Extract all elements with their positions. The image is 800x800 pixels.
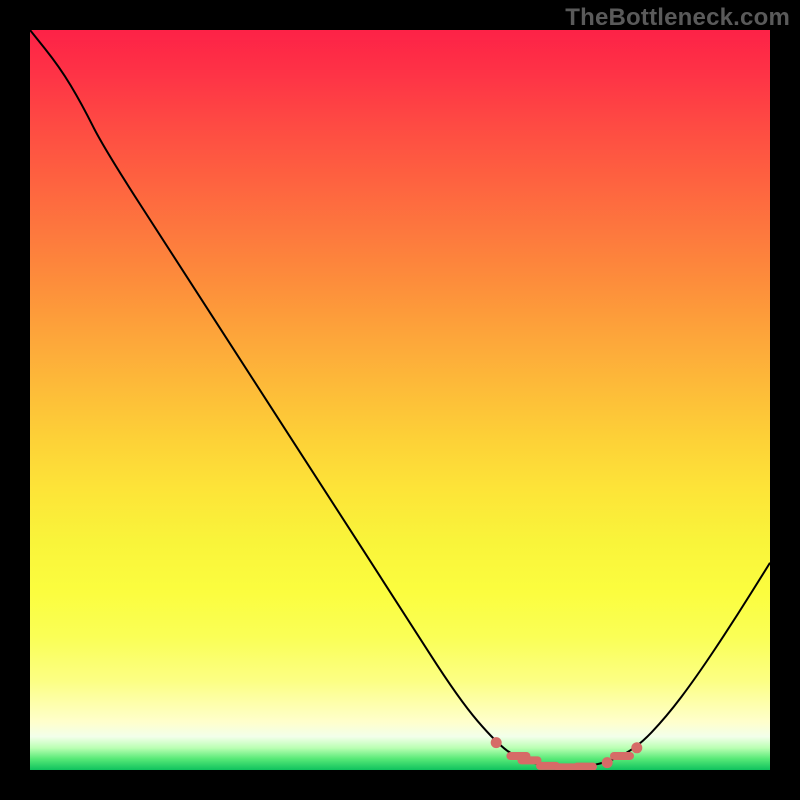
watermark-text: TheBottleneck.com [565, 4, 790, 32]
chart-plot-area [30, 30, 770, 770]
optimal-markers [30, 30, 770, 770]
